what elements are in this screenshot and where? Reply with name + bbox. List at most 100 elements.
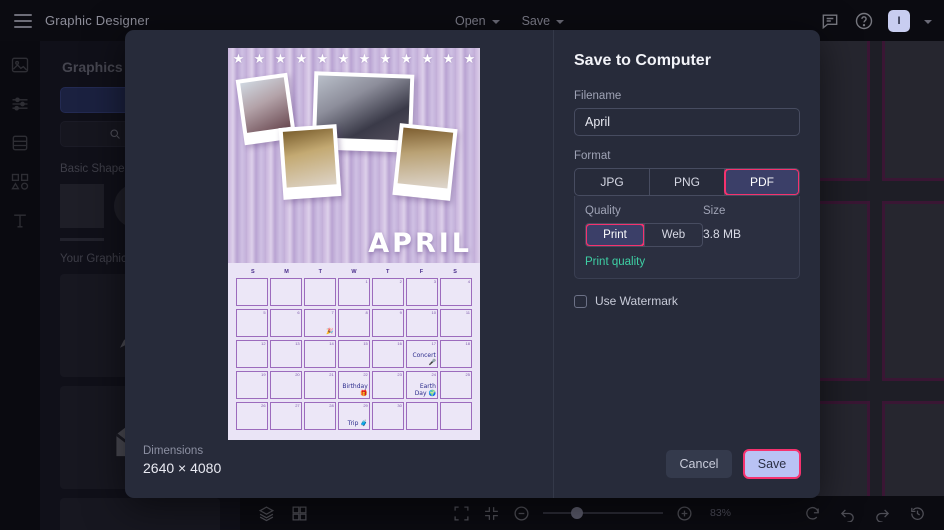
fullscreen-icon[interactable] — [453, 505, 470, 522]
format-option-pdf[interactable]: PDF — [724, 169, 799, 195]
redo-icon[interactable] — [874, 505, 891, 522]
calendar-day-number: 30 — [397, 402, 402, 408]
calendar-day-number: 21 — [329, 371, 334, 377]
format-option-png[interactable]: PNG — [650, 169, 725, 195]
page-title: Graphic Designer — [45, 13, 150, 28]
calendar-day-headers: SMTWTFS — [236, 269, 472, 275]
text-icon[interactable] — [10, 211, 30, 231]
calendar-day-header: S — [453, 269, 457, 275]
graphic-item-gift[interactable] — [60, 498, 220, 530]
hamburger-icon[interactable] — [14, 13, 32, 28]
chevron-down-icon[interactable] — [924, 19, 932, 24]
open-menu-button[interactable]: Open — [455, 14, 500, 28]
calendar-day-number: 25 — [465, 371, 470, 377]
calendar-day-number: 13 — [295, 340, 300, 346]
quality-option-print[interactable]: Print — [586, 224, 645, 246]
grid-icon[interactable] — [291, 505, 308, 522]
calendar-cell: 14 — [304, 339, 336, 369]
calendar-day-number: 1 — [365, 279, 368, 284]
zoom-in-icon[interactable] — [676, 505, 693, 522]
quality-toggle-group: Print Web — [585, 223, 703, 247]
calendar-day-number: 11 — [465, 309, 470, 315]
calendar-cell — [236, 278, 268, 307]
calendar-cell: 6 — [270, 308, 302, 338]
star-icon: ★ — [274, 51, 287, 67]
calendar-day-number: 15 — [363, 340, 368, 346]
calendar-cell: 22 Birthday 🎁 — [338, 370, 370, 400]
bottom-right-tools — [804, 505, 926, 522]
calendar-cell: 27 — [270, 401, 302, 430]
star-garland: ★ ★ ★ ★ ★ ★ ★ ★ ★ ★ ★ ★ — [228, 49, 480, 69]
calendar-cell: 25 — [440, 370, 472, 400]
calendar-cell — [406, 401, 438, 430]
calendar-cell: 10 — [406, 308, 438, 338]
calendar-cell: 1 — [338, 278, 370, 307]
calendar-cell: 23 — [372, 370, 404, 400]
avatar[interactable]: I — [888, 9, 910, 32]
calendar-day-number: 22 — [363, 371, 368, 377]
calendar-cell: 17 Concert 🎤 — [406, 339, 438, 369]
polaroid-photo — [392, 123, 458, 201]
preview-hero-image: ★ ★ ★ ★ ★ ★ ★ ★ ★ ★ ★ ★ APRIL — [228, 48, 480, 263]
calendar-day-number: 20 — [295, 371, 300, 377]
reset-icon[interactable] — [804, 505, 821, 522]
star-icon: ★ — [400, 51, 413, 67]
calendar-day-number: 3 — [433, 279, 436, 284]
zoom-level-label: 83% — [709, 507, 732, 519]
calendar-event: Trip 🧳 — [347, 420, 368, 428]
shape-line[interactable] — [60, 238, 104, 241]
bottom-toolbar: 83% — [240, 496, 944, 530]
calendar-day-number: 2 — [399, 279, 402, 284]
history-icon[interactable] — [909, 505, 926, 522]
calendar-day-number: 28 — [329, 402, 334, 408]
calendar-day-number: 23 — [397, 371, 402, 377]
calendar-day-number: 24 — [431, 371, 436, 377]
shape-square[interactable] — [60, 184, 104, 228]
calendar-cells: 1 2 3 4 5 6 7 🎉 8 9 10 11 12 13 14 15 16 17 Concert 🎤 18 19 2… — [236, 278, 472, 430]
calendar-cell: 9 — [372, 308, 404, 338]
calendar-cell: 30 — [372, 401, 404, 430]
calendar-day-number: 4 — [467, 279, 470, 284]
calendar-cell: 7 🎉 — [304, 308, 336, 338]
calendar-day-header: S — [251, 269, 255, 275]
fit-screen-icon[interactable] — [483, 505, 500, 522]
calendar-event: Earth Day 🌍 — [414, 382, 436, 397]
save-button[interactable]: Save — [743, 449, 801, 479]
star-icon: ★ — [232, 51, 245, 67]
watermark-checkbox[interactable] — [574, 294, 587, 308]
image-icon[interactable] — [10, 55, 30, 75]
star-icon: ★ — [421, 51, 434, 67]
dialog-title: Save to Computer — [574, 52, 711, 69]
layers-icon[interactable] — [258, 505, 275, 522]
chat-icon[interactable] — [820, 11, 840, 31]
quality-row: Quality Print Web Size 3.8 MB — [585, 205, 789, 247]
format-option-jpg[interactable]: JPG — [575, 169, 650, 195]
undo-icon[interactable] — [839, 505, 856, 522]
calendar-cell: 29 Trip 🧳 — [338, 401, 370, 430]
quality-label: Quality — [585, 205, 621, 217]
quality-panel: Quality Print Web Size 3.8 MB Print qual… — [574, 196, 800, 279]
zoom-slider-handle[interactable] — [570, 507, 583, 519]
star-icon: ★ — [337, 51, 350, 67]
design-preview[interactable]: ★ ★ ★ ★ ★ ★ ★ ★ ★ ★ ★ ★ APRIL SMTWTFS 1 2 3 4 5 6 7 🎉 8 9 10 1… — [228, 48, 480, 440]
watermark-row[interactable]: Use Watermark — [574, 294, 800, 308]
zoom-slider[interactable] — [542, 507, 663, 519]
zoom-out-icon[interactable] — [513, 505, 530, 522]
calendar-day-header: W — [351, 269, 357, 275]
cancel-button[interactable]: Cancel — [666, 450, 732, 478]
calendar-day-number: 17 — [431, 340, 436, 346]
layout-icon[interactable] — [10, 133, 30, 153]
calendar-cell: 18 — [440, 339, 472, 369]
quality-option-web[interactable]: Web — [644, 224, 702, 246]
adjustments-icon[interactable] — [10, 94, 30, 114]
quality-note: Print quality — [585, 256, 646, 268]
help-circle-icon[interactable] — [854, 11, 874, 31]
chevron-down-icon — [491, 19, 500, 24]
filename-input[interactable]: April — [574, 108, 800, 136]
save-menu-button[interactable]: Save — [522, 14, 565, 28]
calendar-day-header: M — [284, 269, 289, 275]
shapes-icon[interactable] — [10, 172, 30, 192]
format-label: Format — [574, 150, 611, 162]
calendar-day-number: 6 — [297, 309, 300, 315]
star-icon: ★ — [442, 51, 455, 67]
